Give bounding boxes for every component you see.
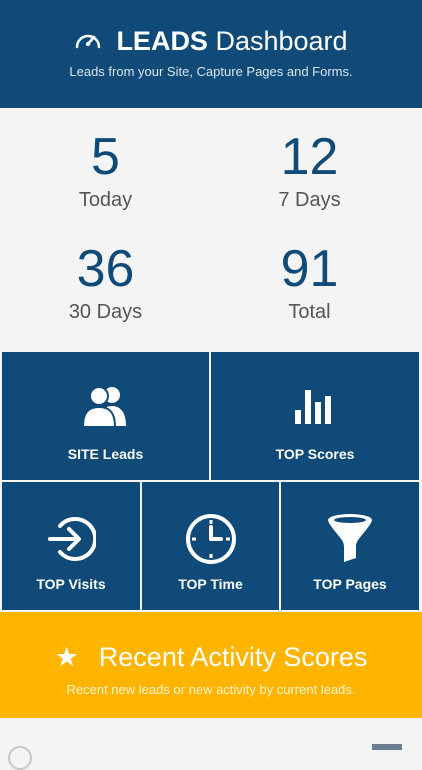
stat-value: 91 — [280, 240, 339, 298]
top-pages-button[interactable]: TOP Pages — [281, 482, 419, 610]
top-visits-button[interactable]: TOP Visits — [2, 482, 140, 610]
tile-label: SITE Leads — [67, 446, 144, 462]
tile-label: TOP Time — [178, 576, 243, 592]
stat-7-days: 12 7 Days — [204, 128, 415, 212]
funnel-icon — [281, 512, 419, 564]
dashboard-header: LEADS Dashboard Leads from your Site, Ca… — [0, 0, 422, 108]
tile-label: TOP Scores — [275, 446, 355, 462]
top-scores-button[interactable]: TOP Scores — [211, 352, 419, 480]
tile-label: TOP Visits — [36, 576, 106, 592]
title-rest: Dashboard — [215, 26, 348, 56]
stat-value: 5 — [91, 128, 120, 186]
clock-icon — [142, 512, 279, 566]
recent-activity-banner[interactable]: ★ Recent Activity Scores Recent new leads… — [0, 612, 422, 718]
stats-panel: 5 Today 12 7 Days 36 30 Days 91 Total — [0, 108, 422, 350]
stat-label: Total — [288, 301, 331, 323]
banner-title: Recent Activity Scores — [98, 642, 368, 672]
users-icon — [2, 384, 209, 428]
stat-value: 12 — [280, 128, 339, 186]
title-strong: LEADS — [116, 26, 208, 56]
sign-in-arrow-icon — [2, 514, 140, 564]
stat-total: 91 Total — [204, 240, 415, 324]
top-time-button[interactable]: TOP Time — [142, 482, 279, 610]
star-icon: ★ — [54, 642, 79, 672]
footer-bar — [0, 718, 422, 770]
stat-value: 36 — [76, 240, 135, 298]
stat-label: Today — [78, 189, 133, 211]
header-subtitle: Leads from your Site, Capture Pages and … — [69, 64, 353, 79]
stat-30-days: 36 30 Days — [0, 240, 211, 324]
stat-today: 5 Today — [0, 128, 211, 212]
banner-title-row: ★ Recent Activity Scores — [0, 640, 422, 674]
tile-label: TOP Pages — [313, 576, 387, 592]
banner-subtitle: Recent new leads or new activity by curr… — [66, 682, 356, 697]
stat-label: 30 Days — [68, 301, 143, 323]
bar-chart-icon — [211, 386, 419, 426]
stat-label: 7 Days — [278, 189, 341, 211]
speedometer-icon — [74, 24, 102, 58]
footer-square-icon[interactable] — [372, 744, 402, 750]
site-leads-button[interactable]: SITE Leads — [2, 352, 209, 480]
page-title: LEADS Dashboard — [0, 24, 422, 58]
